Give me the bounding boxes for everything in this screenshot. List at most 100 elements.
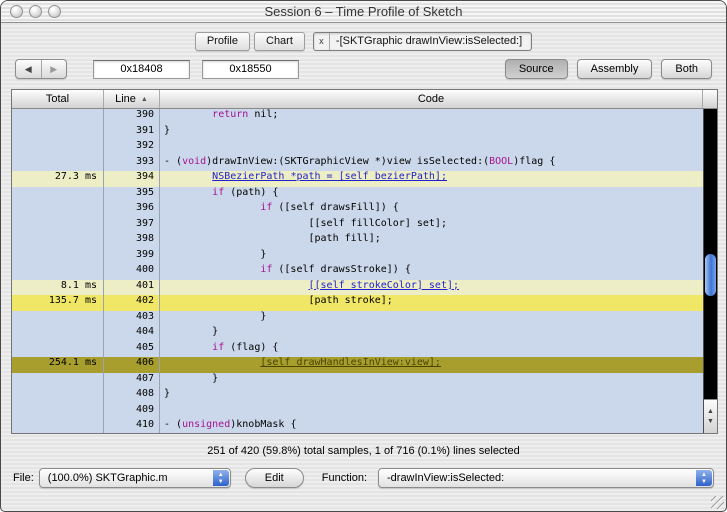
back-button[interactable]: ◀ — [16, 60, 41, 78]
tab-profile[interactable]: Profile — [194, 31, 250, 51]
vertical-scrollbar[interactable]: ▲ ▼ — [703, 109, 717, 433]
code-segment: )knobMask { — [230, 419, 297, 430]
table-row[interactable]: 400 if ([self drawsStroke]) { — [12, 264, 717, 280]
close-window-button[interactable] — [10, 5, 23, 18]
code-cell: [path stroke]; — [160, 295, 717, 311]
scrollbar-thumb[interactable] — [705, 254, 716, 296]
line-number-cell: 405 — [104, 341, 160, 357]
code-cell: if (path) { — [160, 187, 717, 203]
total-cell — [12, 124, 104, 140]
table-row[interactable]: 397 [[self fillColor] set]; — [12, 217, 717, 233]
line-number-cell: 400 — [104, 264, 160, 280]
table-row[interactable]: 391} — [12, 124, 717, 141]
column-header-total[interactable]: Total — [12, 90, 104, 108]
table-row[interactable]: 135.7 ms 402 [path stroke]; — [12, 295, 717, 311]
total-cell — [12, 202, 104, 218]
table-row[interactable]: 393- (void)drawInView:(SKTGraphicView *)… — [12, 155, 717, 172]
toolbar: ◀ ▶ Source Assembly Both — [15, 58, 712, 80]
scroll-up-button[interactable]: ▲ — [707, 408, 714, 415]
code-segment: [[self fillColor] set]; — [164, 217, 447, 229]
table-row[interactable]: 404 } — [12, 326, 717, 342]
table-row[interactable]: 396 if ([self drawsFill]) { — [12, 202, 717, 218]
code-segment: if — [260, 202, 273, 213]
table-row[interactable]: 8.1 ms 401 [[self strokeColor] set]; — [12, 279, 717, 296]
tab-active-function[interactable]: x -[SKTGraphic drawInView:isSelected:] — [312, 31, 533, 51]
table-row[interactable]: 409 — [12, 403, 717, 419]
end-address-field[interactable] — [202, 59, 299, 79]
code-segment: (flag) { — [224, 341, 279, 353]
edit-button[interactable]: Edit — [244, 468, 304, 488]
both-view-button[interactable]: Both — [661, 59, 712, 79]
start-address-field[interactable] — [93, 59, 190, 79]
line-number-cell: 392 — [104, 140, 160, 156]
line-number-cell: 395 — [104, 186, 160, 202]
code-segment: nil; — [248, 109, 279, 120]
total-cell — [12, 341, 104, 357]
function-popup[interactable]: -drawInView:isSelected: ▲ ▼ — [378, 468, 714, 488]
table-row[interactable]: 407 } — [12, 372, 717, 388]
function-label: Function: — [321, 472, 367, 484]
total-cell — [12, 310, 104, 326]
resize-grip[interactable] — [711, 496, 724, 509]
minimize-window-button[interactable] — [29, 5, 42, 18]
table-row[interactable]: 390 return nil; — [12, 109, 717, 125]
code-cell: - (void)drawInView:(SKTGraphicView *)vie… — [160, 156, 717, 172]
file-popup[interactable]: (100.0%) SKTGraphic.m ▲ ▼ — [38, 468, 231, 488]
code-segment: )drawInView:(SKTGraphicView *)view isSel… — [206, 155, 490, 167]
close-tab-icon[interactable]: x — [314, 32, 330, 50]
code-cell: [self drawHandlesInView:view]; — [160, 357, 717, 373]
file-popup-value: (100.0%) SKTGraphic.m — [47, 472, 168, 484]
profile-table: Total Line ▲ Code 390 return nil; 391} 392… — [11, 89, 718, 434]
table-row[interactable]: 410- (unsigned)knobMask { — [12, 419, 717, 433]
code-cell: [[self strokeColor] set]; — [160, 280, 717, 296]
column-header-code[interactable]: Code — [160, 90, 703, 108]
line-number-cell: 402 — [104, 295, 160, 311]
code-segment: (path) { — [224, 186, 279, 198]
table-row[interactable]: 398 [path fill]; — [12, 233, 717, 249]
zoom-window-button[interactable] — [48, 5, 61, 18]
line-number-cell: 394 — [104, 171, 160, 187]
code-segment: [[self strokeColor] set]; — [308, 279, 460, 291]
forward-icon: ▶ — [50, 63, 58, 74]
source-view-button[interactable]: Source — [504, 59, 568, 79]
code-segment: BOOL — [489, 155, 514, 167]
total-cell — [12, 109, 104, 125]
column-header-line[interactable]: Line ▲ — [104, 90, 160, 108]
window-titlebar[interactable]: Session 6 – Time Profile of Sketch — [1, 1, 726, 23]
line-number-cell: 399 — [104, 248, 160, 264]
line-number-cell: 397 — [104, 217, 160, 233]
assembly-view-button[interactable]: Assembly — [576, 59, 653, 79]
forward-button[interactable]: ▶ — [40, 60, 67, 78]
table-row[interactable]: 399 } — [12, 248, 717, 264]
code-segment: } — [164, 124, 171, 136]
tab-bar: Profile Chart x -[SKTGraphic drawInView:… — [1, 31, 726, 51]
app-window: Session 6 – Time Profile of Sketch Profi… — [0, 0, 727, 512]
scrollbar-arrows: ▲ ▼ — [704, 399, 717, 433]
code-segment: - ( — [164, 419, 183, 430]
table-row[interactable]: 403 } — [12, 310, 717, 326]
table-row[interactable]: 408} — [12, 388, 717, 404]
table-row[interactable]: 27.3 ms 394 NSBezierPath *path = [self be… — [12, 171, 717, 187]
table-row[interactable]: 392 — [12, 140, 717, 156]
table-row[interactable]: 395 if (path) { — [12, 186, 717, 203]
line-number-cell: 407 — [104, 372, 160, 388]
total-cell — [12, 419, 104, 433]
code-cell: } — [160, 125, 717, 141]
table-row[interactable]: 254.1 ms 406 [self drawHandlesInView:view… — [12, 357, 717, 373]
code-segment: if — [212, 341, 225, 353]
table-row[interactable]: 405 if (flag) { — [12, 341, 717, 357]
total-cell: 135.7 ms — [12, 295, 104, 311]
total-cell — [12, 388, 104, 404]
arrow-down-icon: ▼ — [217, 478, 224, 485]
code-cell: NSBezierPath *path = [self bezierPath]; — [160, 171, 717, 187]
popup-arrows-icon: ▲ ▼ — [696, 470, 712, 486]
tab-chart[interactable]: Chart — [254, 31, 305, 51]
line-number-cell: 396 — [104, 202, 160, 218]
code-segment: } — [164, 310, 267, 322]
code-cell — [160, 140, 717, 156]
scroll-down-button[interactable]: ▼ — [707, 418, 714, 425]
arrow-up-icon: ▲ — [701, 471, 707, 478]
